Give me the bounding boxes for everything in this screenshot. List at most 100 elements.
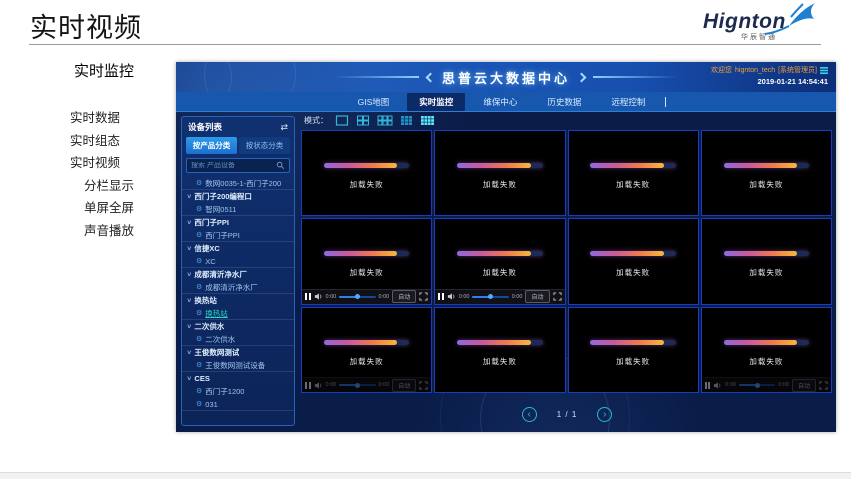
tree-leaf[interactable]: ⚙西门子PPI <box>182 229 294 242</box>
video-tile[interactable]: 加载失败 <box>568 218 699 304</box>
device-icon: ⚙ <box>196 284 202 291</box>
auto-button[interactable]: 自动 <box>792 379 816 392</box>
seek-slider[interactable] <box>472 296 508 298</box>
sidebar-item-realtime-video[interactable]: 实时视频 <box>70 152 174 175</box>
tree-leaf[interactable]: ⚙智网0511 <box>182 203 294 216</box>
video-tile[interactable]: 加载失败 0:00 0:00 自动 <box>701 307 832 393</box>
video-tile[interactable]: 加载失败 <box>434 130 565 216</box>
tile-status: 加载失败 <box>702 356 831 367</box>
pause-button[interactable] <box>305 382 311 389</box>
video-tile[interactable]: 加载失败 <box>434 307 565 393</box>
tree-group[interactable]: ∨二次供水 <box>182 320 294 333</box>
tree-group[interactable]: ∨CES <box>182 372 294 385</box>
user-menu-icon[interactable] <box>820 67 828 74</box>
tree-leaf-selected[interactable]: ⚙换热站 <box>182 307 294 320</box>
volume-icon[interactable] <box>314 292 323 301</box>
seek-slider[interactable] <box>739 384 775 386</box>
auto-button[interactable]: 自动 <box>392 290 416 303</box>
sidebar-item-realtime-config[interactable]: 实时组态 <box>70 130 174 153</box>
time-elapsed: 0:00 <box>459 294 470 300</box>
dashboard-title: 思普云大数据中心 <box>442 68 570 87</box>
layout-3x3-icon[interactable] <box>400 115 413 126</box>
sidebar-item-split-display[interactable]: 分栏显示 <box>84 175 174 198</box>
tab-history-data[interactable]: 历史数据 <box>535 93 593 111</box>
search-icon[interactable] <box>276 161 285 170</box>
layout-2x3-icon[interactable] <box>377 115 393 126</box>
video-tile[interactable]: 加载失败 <box>301 130 432 216</box>
page-footer-strip <box>0 472 851 479</box>
tab-by-product[interactable]: 按产品分类 <box>186 137 237 154</box>
video-player-controls: 0:00 0:00 自动 <box>302 377 431 392</box>
loading-bar <box>324 163 409 168</box>
tab-by-status[interactable]: 按状态分类 <box>239 137 290 154</box>
loading-bar <box>724 251 809 256</box>
layout-2x2-icon[interactable] <box>356 115 370 126</box>
layout-3x4-icon[interactable] <box>420 115 436 126</box>
page-indicator: 1 / 1 <box>557 410 578 419</box>
pause-button[interactable] <box>705 382 711 389</box>
volume-icon[interactable] <box>447 292 456 301</box>
seek-slider[interactable] <box>339 384 375 386</box>
video-tile[interactable]: 加载失败 <box>568 307 699 393</box>
tree-leaf[interactable]: ⚙二次供水 <box>182 333 294 346</box>
tree-leaf[interactable]: ⚙西门子1200 <box>182 385 294 398</box>
prev-page-button[interactable]: ‹ <box>522 407 537 422</box>
layout-1x1-icon[interactable] <box>335 115 349 126</box>
title-divider <box>29 44 821 45</box>
deco-line <box>335 76 419 78</box>
tab-gis-map[interactable]: GIS地图 <box>346 93 402 111</box>
tree-group[interactable]: ∨信捷XC <box>182 242 294 255</box>
fullscreen-icon[interactable] <box>419 292 428 301</box>
tile-status: 加载失败 <box>569 356 698 367</box>
tree-leaf[interactable]: ⚙数网0035-1-西门子200 <box>182 177 294 190</box>
video-tile[interactable]: 加载失败 0:00 0:00 自动 <box>301 307 432 393</box>
sidebar-item-single-fullscreen[interactable]: 单屏全屏 <box>84 197 174 220</box>
auto-button[interactable]: 自动 <box>525 290 549 303</box>
loading-bar <box>724 163 809 168</box>
sidebar-item-realtime-data[interactable]: 实时数据 <box>70 107 174 130</box>
video-tile[interactable]: 加载失败 <box>701 130 832 216</box>
volume-icon[interactable] <box>314 381 323 390</box>
tree-group[interactable]: ∨王俊数网测试 <box>182 346 294 359</box>
device-icon: ⚙ <box>196 336 202 343</box>
fullscreen-icon[interactable] <box>419 381 428 390</box>
tab-maintenance-center[interactable]: 维保中心 <box>471 93 529 111</box>
tree-group[interactable]: ∨成都清沂净水厂 <box>182 268 294 281</box>
device-search <box>186 158 290 173</box>
sidebar-item-audio-play[interactable]: 声音播放 <box>84 220 174 243</box>
tab-remote-control[interactable]: 远程控制 <box>599 93 657 111</box>
dashboard-screenshot: 思普云大数据中心 欢迎您 hignton_tech [系统管理员] 2019-0… <box>176 62 836 432</box>
time-total: 0:00 <box>778 382 789 388</box>
tree-group[interactable]: ∨换热站 <box>182 294 294 307</box>
tree-leaf[interactable]: ⚙XC <box>182 255 294 268</box>
loading-bar <box>590 251 675 256</box>
video-tile[interactable]: 加载失败 0:00 0:00 自动 <box>434 218 565 304</box>
fullscreen-icon[interactable] <box>819 381 828 390</box>
tree-leaf[interactable]: ⚙王俊数网测试设备 <box>182 359 294 372</box>
tab-realtime-monitor[interactable]: 实时监控 <box>407 93 465 111</box>
next-page-button[interactable]: › <box>597 407 612 422</box>
device-icon: ⚙ <box>196 388 202 395</box>
chevron-down-icon: ∨ <box>186 219 192 226</box>
chevron-down-icon: ∨ <box>186 349 192 356</box>
user-role: [系统管理员] <box>778 65 817 75</box>
tree-group[interactable]: ∨西门子PPI <box>182 216 294 229</box>
device-icon: ⚙ <box>196 206 202 213</box>
volume-icon[interactable] <box>713 381 722 390</box>
tree-group[interactable]: ∨西门子200编程口 <box>182 190 294 203</box>
pause-button[interactable] <box>438 293 444 300</box>
tree-leaf[interactable]: ⚙成都清沂净水厂 <box>182 281 294 294</box>
pause-button[interactable] <box>305 293 311 300</box>
seek-slider[interactable] <box>339 296 375 298</box>
search-input[interactable] <box>191 162 276 169</box>
tile-status: 加载失败 <box>569 179 698 190</box>
fullscreen-icon[interactable] <box>553 292 562 301</box>
auto-button[interactable]: 自动 <box>392 379 416 392</box>
video-tile[interactable]: 加载失败 <box>701 218 832 304</box>
tree-leaf[interactable]: ⚙031 <box>182 398 294 411</box>
video-tile[interactable]: 加载失败 0:00 0:00 自动 <box>301 218 432 304</box>
video-tile[interactable]: 加载失败 <box>568 130 699 216</box>
device-icon: ⚙ <box>196 401 202 408</box>
collapse-panel-icon[interactable]: ⇄ <box>280 123 288 131</box>
video-player-controls: 0:00 0:00 自动 <box>435 289 564 304</box>
